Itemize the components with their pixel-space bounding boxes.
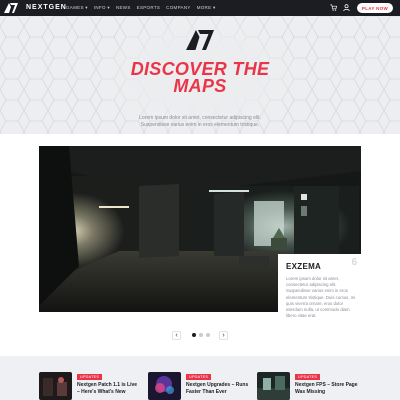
map-number: 6 [351, 257, 357, 268]
hero-section: DISCOVER THE MAPS Lorem ipsum dolor sit … [0, 16, 400, 134]
main-menu: GAMES ▾ INFO ▾ NEWS ESPORTS COMPANY MORE… [66, 5, 216, 11]
map-name: EXZEMA [286, 262, 322, 271]
hero-title: DISCOVER THE MAPS [0, 60, 400, 96]
slider-dots [192, 333, 210, 337]
news-section: UPDATES Nextgen Patch 1.1 is Live – Here… [0, 356, 400, 400]
news-item[interactable]: UPDATES Nextgen Patch 1.1 is Live – Here… [39, 372, 139, 400]
slider-prev-button[interactable]: ‹ [172, 331, 181, 340]
menu-item-news[interactable]: NEWS [116, 5, 131, 11]
map-description: Lorem ipsum dolor sit amet, consectetur … [286, 276, 356, 319]
slider-dot-2[interactable] [199, 333, 203, 337]
news-thumbnail[interactable] [257, 372, 290, 400]
menu-item-esports[interactable]: ESPORTS [137, 5, 161, 11]
top-nav: NEXTGEN GAMES ▾ INFO ▾ NEWS ESPORTS COMP… [0, 0, 400, 16]
cart-icon[interactable] [330, 4, 337, 11]
hero-description: Lorem ipsum dolor sit amet, consectetur … [120, 115, 280, 128]
news-title[interactable]: Nextgen FPS – Store Page Was Missing [295, 382, 359, 395]
news-tag[interactable]: UPDATES [186, 374, 212, 380]
hero-logo-icon [186, 30, 214, 50]
menu-item-company[interactable]: COMPANY [166, 5, 191, 11]
news-item[interactable]: UPDATES Nextgen Upgrades – Runs Faster T… [148, 372, 248, 400]
logo-mark-icon[interactable] [4, 3, 18, 13]
hero-desc-line-2: Suspendisse varius enim in eros elementu… [140, 121, 260, 128]
menu-item-more[interactable]: MORE ▾ [197, 5, 216, 11]
news-tag[interactable]: UPDATES [77, 374, 103, 380]
hero-title-line-2: MAPS [173, 76, 227, 96]
hero-desc-line-1: Lorem ipsum dolor sit amet, consectetur … [139, 115, 261, 121]
brand-name[interactable]: NEXTGEN [26, 4, 67, 11]
news-item[interactable]: UPDATES Nextgen FPS – Store Page Was Mis… [257, 372, 361, 400]
news-thumbnail[interactable] [148, 372, 181, 400]
slider-dot-1[interactable] [192, 333, 196, 337]
slider-dot-3[interactable] [206, 333, 210, 337]
menu-item-games[interactable]: GAMES ▾ [66, 5, 88, 11]
news-thumbnail[interactable] [39, 372, 72, 400]
map-info-card: EXZEMA 6 Lorem ipsum dolor sit amet, con… [278, 254, 361, 324]
menu-item-info[interactable]: INFO ▾ [94, 5, 110, 11]
slider-next-button[interactable]: › [219, 331, 228, 340]
news-title[interactable]: Nextgen Patch 1.1 is Live – Here's What'… [77, 382, 141, 395]
news-tag[interactable]: UPDATES [295, 374, 321, 380]
user-icon[interactable] [343, 4, 350, 11]
play-now-button[interactable]: PLAY NOW [357, 3, 393, 13]
news-title[interactable]: Nextgen Upgrades – Runs Faster Than Ever [186, 382, 250, 395]
